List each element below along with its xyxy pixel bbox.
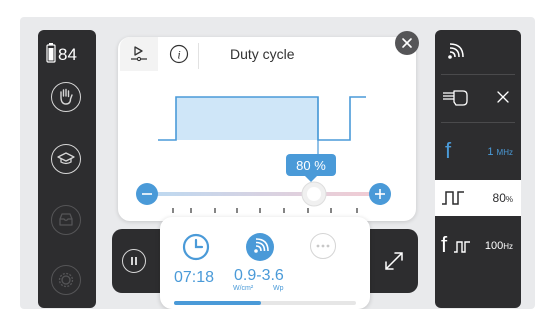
expand-button[interactable] (382, 249, 406, 273)
duty-cycle-slider[interactable] (118, 37, 416, 221)
slider-increment-button[interactable] (369, 183, 391, 205)
intensity-range: 0.9-3.6 (234, 267, 284, 284)
treatment-progress-bar (174, 301, 356, 305)
timer-button[interactable] (182, 233, 210, 261)
slider-track[interactable] (148, 192, 384, 196)
right-settings-sidebar: f 1 MHz 80% f 100Hz (435, 30, 521, 308)
pause-button[interactable] (122, 249, 146, 273)
battery-indicator: 84 (46, 43, 77, 63)
power-unit: Wp (273, 285, 284, 292)
archive-button[interactable] (51, 205, 81, 235)
more-dots-icon (316, 244, 330, 248)
close-button[interactable] (395, 31, 419, 55)
manual-mode-button[interactable] (51, 82, 81, 112)
ultrasound-waves-icon (254, 238, 269, 253)
frequency-setting-row[interactable]: f 1 MHz (435, 134, 521, 170)
clock-icon (182, 233, 210, 261)
frequency-value: 1 MHz (487, 146, 513, 158)
slider-thumb[interactable] (301, 181, 327, 207)
slider-decrement-button[interactable] (136, 183, 158, 205)
close-icon (402, 38, 412, 48)
frequency-symbol-icon: f (445, 138, 452, 163)
pulse-square-wave-icon (442, 191, 464, 205)
ultrasound-mode-button[interactable] (445, 40, 467, 62)
treatment-progress-fill (174, 301, 262, 305)
gear-icon (58, 272, 74, 288)
duty-cycle-value: 80% (492, 191, 513, 205)
more-options-button[interactable] (310, 233, 336, 259)
expand-icon (385, 252, 403, 270)
duty-cycle-setting-row[interactable]: 80% (435, 180, 521, 216)
battery-level: 84 (58, 45, 77, 64)
transducer-button[interactable] (441, 85, 471, 111)
close-icon (497, 91, 509, 103)
inbox-tray-icon (59, 213, 73, 226)
pulse-frequency-value: 100Hz (484, 240, 513, 252)
slider-ticks (172, 208, 358, 213)
pulse-frequency-symbol-icon: f (441, 232, 448, 257)
transducer-head-icon (443, 90, 468, 106)
graduation-cap-icon (57, 152, 75, 165)
settings-button[interactable] (51, 265, 81, 295)
ultrasound-waves-icon (448, 43, 464, 59)
pulse-square-wave-icon (454, 241, 470, 253)
treatment-status-panel: 07:18 0.9-3.6 W/cm² Wp (160, 217, 370, 309)
device-screen: 84 i Duty cycle 80 % 07:18 0.9-3.6 W/cm²… (20, 17, 535, 309)
pulse-frequency-setting-row[interactable]: f 100Hz (435, 228, 521, 264)
slider-value-badge: 80 % (286, 154, 336, 182)
intensity-button[interactable] (246, 233, 274, 261)
hand-icon (60, 88, 73, 105)
intensity-unit: W/cm² (233, 285, 254, 292)
duty-cycle-card: i Duty cycle 80 % (118, 37, 416, 221)
battery-icon (46, 43, 56, 63)
left-sidebar: 84 (38, 30, 96, 308)
treatment-time: 07:18 (174, 269, 215, 286)
separator (441, 122, 515, 123)
education-button[interactable] (51, 144, 81, 174)
separator (441, 74, 515, 75)
pause-icon (131, 257, 137, 265)
remove-transducer-button[interactable] (495, 89, 511, 105)
